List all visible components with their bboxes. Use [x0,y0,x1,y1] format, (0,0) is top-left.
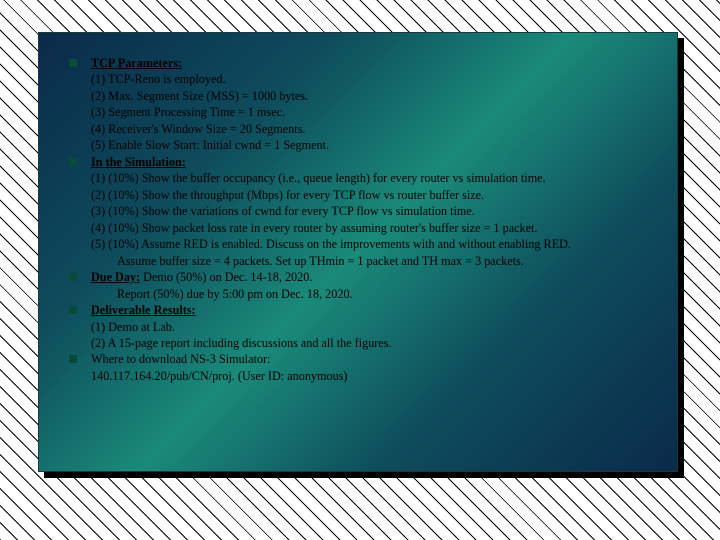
list-item: (1) TCP-Reno is employed. [69,71,659,87]
section-deliverable: Deliverable Results: [69,302,659,318]
slide-panel: TCP Parameters: (1) TCP-Reno is employed… [38,32,678,472]
list-item-tail: Assume buffer size = 4 packets. Set up T… [69,253,659,269]
list-item: (1) (10%) Show the buffer occupancy (i.e… [69,170,659,186]
list-item-tail: Report (50%) due by 5:00 pm on Dec. 18, … [69,286,659,302]
list-item: (4) (10%) Show packet loss rate in every… [69,220,659,236]
heading-deliverable: Deliverable Results: [91,303,196,317]
list-item: (3) (10%) Show the variations of cwnd fo… [69,203,659,219]
heading-tcp: TCP Parameters: [91,56,182,70]
section-tcp-parameters: TCP Parameters: [69,55,659,71]
due-text: Demo (50%) on Dec. 14-18, 2020. [140,270,312,284]
bullet-icon [69,306,77,314]
bullet-icon [69,355,77,363]
list-item: (4) Receiver's Window Size = 20 Segments… [69,121,659,137]
hatched-background: TCP Parameters: (1) TCP-Reno is employed… [0,0,720,540]
section-download: Where to download NS-3 Simulator: [69,351,659,367]
section-due-day: Due Day: Demo (50%) on Dec. 14-18, 2020. [69,269,659,285]
section-simulation: In the Simulation: [69,154,659,170]
bullet-icon [69,59,77,67]
bullet-icon [69,273,77,281]
heading-sim: In the Simulation: [91,155,186,169]
list-item: (2) (10%) Show the throughput (Mbps) for… [69,187,659,203]
list-item: (2) Max. Segment Size (MSS) = 1000 bytes… [69,88,659,104]
list-item: (3) Segment Processing Time = 1 msec. [69,104,659,120]
list-item: (1) Demo at Lab. [69,319,659,335]
list-item: (2) A 15-page report including discussio… [69,335,659,351]
list-item: (5) Enable Slow Start: Initial cwnd = 1 … [69,137,659,153]
download-text: Where to download NS-3 Simulator: [91,351,659,367]
bullet-icon [69,158,77,166]
heading-due: Due Day: [91,270,140,284]
list-item: 140.117.164.20/pub/CN/proj. (User ID: an… [69,368,659,384]
list-item: (5) (10%) Assume RED is enabled. Discuss… [69,236,659,252]
